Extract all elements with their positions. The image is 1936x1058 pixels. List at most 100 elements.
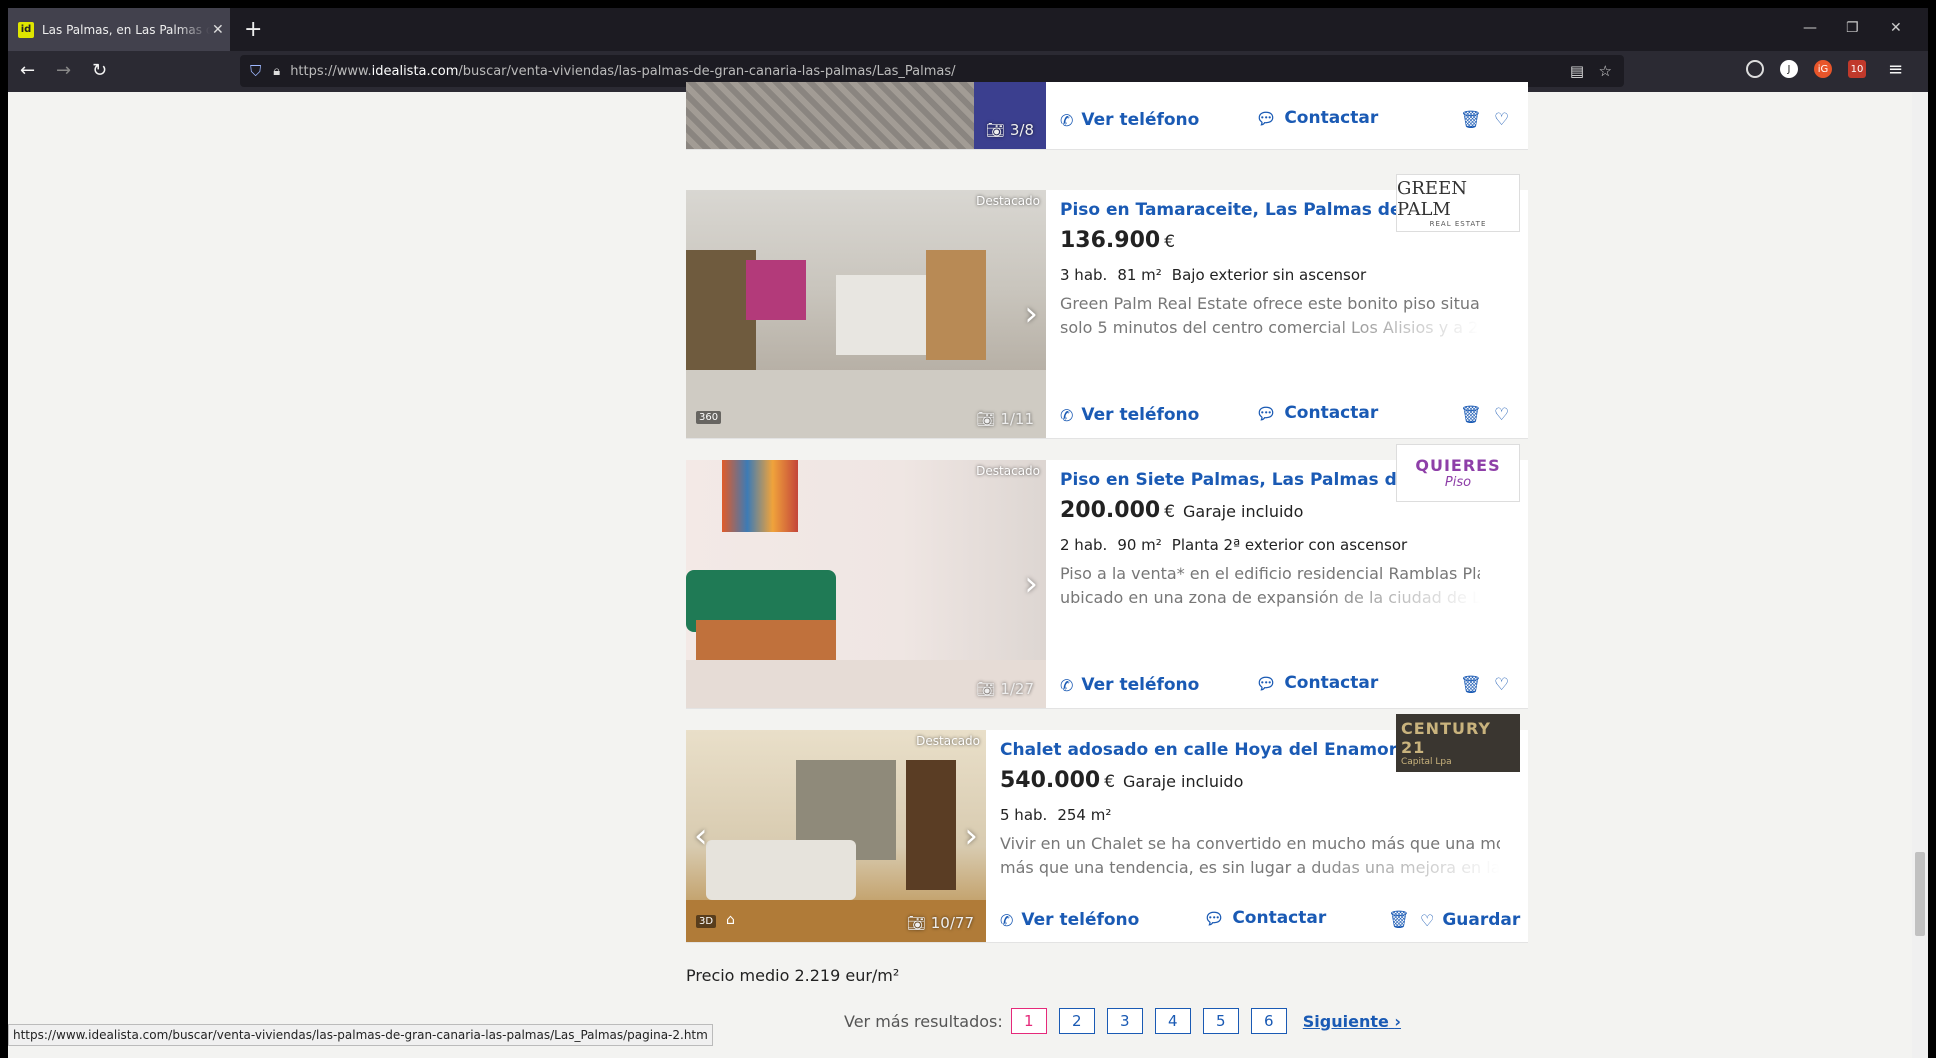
lock-icon[interactable]: 🔒︎: [273, 64, 280, 79]
page-2-button[interactable]: 2: [1058, 1008, 1095, 1034]
close-window-icon[interactable]: ✕: [1890, 20, 1902, 36]
page-5-button[interactable]: 5: [1202, 1008, 1239, 1034]
prev-photo-icon[interactable]: ‹: [694, 816, 708, 856]
listing-description[interactable]: Green Palm Real Estate ofrece este bonit…: [1060, 292, 1480, 340]
agency-logo[interactable]: QUIERES Piso: [1396, 444, 1520, 502]
next-photo-icon[interactable]: ›: [1024, 294, 1038, 334]
extension-badge-icon[interactable]: 10: [1848, 60, 1866, 78]
back-icon[interactable]: ←: [20, 60, 35, 81]
listing-title[interactable]: Chalet adosado en calle Hoya del Enamora…: [1000, 740, 1458, 760]
next-page-label: Siguiente: [1302, 1011, 1389, 1031]
listing-card: Destacado › 360 📷︎ 1/11 Piso en Tamarace…: [686, 174, 1528, 439]
photo-counter-text: 3/8: [1009, 121, 1034, 139]
tab-close-icon[interactable]: ✕: [212, 22, 224, 38]
scrollbar[interactable]: [1912, 92, 1928, 1058]
heart-icon[interactable]: ♡: [1494, 675, 1509, 695]
page-content: 📷︎ 3/8 ✆ Ver teléfono 💬︎ Contactar 🗑︎ ♡ De…: [8, 82, 1928, 1058]
reload-icon[interactable]: ↻: [92, 60, 107, 81]
description-line-1: Green Palm Real Estate ofrece este bonit…: [1060, 294, 1480, 313]
chat-icon: 💬︎: [1256, 108, 1277, 128]
minimize-icon[interactable]: —: [1803, 20, 1817, 36]
detail-rooms: 5 hab.: [1000, 806, 1048, 824]
next-photo-icon[interactable]: ›: [1024, 564, 1038, 604]
reader-view-icon[interactable]: ▤: [1570, 62, 1584, 80]
agency-logo-name: CENTURY 21: [1401, 719, 1491, 757]
phone-icon: ✆: [1060, 110, 1074, 130]
listing-card: Destacado ‹ › 3D ⌂ 📷︎ 10/77 Chalet adosa…: [686, 714, 1528, 943]
scrollbar-thumb[interactable]: [1915, 852, 1925, 936]
browser-tab[interactable]: id Las Palmas, en Las Palmas de Gran Can…: [8, 8, 230, 51]
trash-icon[interactable]: 🗑︎: [1460, 675, 1482, 695]
listing-photo[interactable]: Destacado ‹ › 3D ⌂ 📷︎ 10/77: [686, 730, 986, 942]
heart-icon: ♡: [1420, 910, 1435, 930]
url-text[interactable]: https://www.idealista.com/buscar/venta-v…: [290, 64, 955, 79]
url-prefix: https://www.: [290, 63, 372, 79]
page-1-button[interactable]: 1: [1010, 1008, 1047, 1034]
link-status-bar: https://www.idealista.com/buscar/venta-v…: [8, 1024, 713, 1046]
url-path: /buscar/venta-viviendas/las-palmas-de-gr…: [458, 63, 956, 79]
agency-logo[interactable]: CENTURY 21 Capital Lpa: [1396, 714, 1520, 772]
tracking-shield-icon[interactable]: ⛉: [250, 62, 261, 80]
agency-logo[interactable]: GREEN PALM REAL ESTATE: [1396, 174, 1520, 232]
contactar-button[interactable]: 💬︎ Contactar: [1256, 673, 1378, 693]
detail-area: 90 m²: [1117, 536, 1162, 554]
agency-logo-sub: REAL ESTATE: [1429, 220, 1487, 228]
listing-price: 200.000 € Garaje incluido: [1060, 498, 1303, 523]
page-6-button[interactable]: 6: [1250, 1008, 1287, 1034]
listing-card: 📷︎ 3/8 ✆ Ver teléfono 💬︎ Contactar 🗑︎ ♡: [686, 82, 1528, 150]
listing-photo[interactable]: Destacado › 📷︎ 1/27: [686, 460, 1046, 708]
ver-telefono-button[interactable]: ✆ Ver teléfono: [1060, 405, 1199, 425]
destacado-label: Destacado: [916, 734, 980, 748]
listing-title[interactable]: Piso en Siete Palmas, Las Palmas de G...: [1060, 470, 1448, 490]
camera-icon: 📷︎: [906, 914, 931, 932]
photo-counter-text: 1/27: [1000, 680, 1034, 698]
ver-telefono-button[interactable]: ✆ Ver teléfono: [1060, 675, 1199, 695]
page-3-button[interactable]: 3: [1106, 1008, 1143, 1034]
destacado-label: Destacado: [976, 464, 1040, 478]
url-domain: idealista.com: [371, 63, 459, 79]
price-currency: €: [1164, 232, 1176, 252]
next-photo-icon[interactable]: ›: [964, 816, 978, 856]
heart-icon[interactable]: ♡: [1494, 405, 1509, 425]
extension-j-icon[interactable]: J: [1780, 60, 1798, 78]
page-4-button[interactable]: 4: [1154, 1008, 1191, 1034]
pocket-icon[interactable]: [1746, 60, 1764, 78]
new-tab-icon[interactable]: +: [244, 17, 262, 42]
agency-logo-sub: Capital Lpa: [1401, 757, 1452, 767]
ver-telefono-button[interactable]: ✆ Ver teléfono: [1000, 910, 1139, 930]
pagination-label: Ver más resultados:: [844, 1011, 1003, 1031]
360-badge-icon: 360: [696, 411, 722, 424]
trash-icon[interactable]: 🗑︎: [1388, 910, 1410, 930]
bookmark-star-icon[interactable]: ☆: [1599, 62, 1612, 80]
listing-photo[interactable]: Destacado › 360 📷︎ 1/11: [686, 190, 1046, 438]
trash-icon[interactable]: 🗑︎: [1460, 110, 1482, 130]
menu-icon[interactable]: ≡: [1888, 59, 1903, 80]
description-line-2: solo 5 minutos del centro comercial Los …: [1060, 318, 1480, 337]
listing-description[interactable]: Piso a la venta* en el edificio residenc…: [1060, 562, 1480, 610]
detail-floor: Bajo exterior sin ascensor: [1171, 266, 1367, 284]
listing-title[interactable]: Piso en Tamaraceite, Las Palmas de Gr...: [1060, 200, 1447, 220]
forward-icon[interactable]: →: [56, 60, 71, 81]
price-value: 540.000: [1000, 768, 1101, 793]
extension-orange-icon[interactable]: iG: [1814, 60, 1832, 78]
tab-strip: id Las Palmas, en Las Palmas de Gran Can…: [8, 8, 1928, 51]
ver-telefono-button[interactable]: ✆ Ver teléfono: [1060, 110, 1199, 130]
guardar-button[interactable]: ♡ Guardar: [1420, 910, 1520, 930]
detail-rooms: 2 hab.: [1060, 536, 1108, 554]
heart-icon[interactable]: ♡: [1494, 110, 1509, 130]
restore-icon[interactable]: ❐: [1846, 20, 1859, 36]
listing-photo[interactable]: 📷︎ 3/8: [686, 82, 1046, 149]
next-page-link[interactable]: Siguiente ›: [1303, 1012, 1401, 1031]
trash-icon[interactable]: 🗑︎: [1460, 405, 1482, 425]
contactar-button[interactable]: 💬︎ Contactar: [1256, 108, 1378, 128]
listing-price: 540.000 € Garaje incluido: [1000, 768, 1243, 793]
photo-counter-text: 10/77: [930, 914, 974, 932]
listing-details: 2 hab. 90 m² Planta 2ª exterior con ascens…: [1060, 536, 1417, 554]
detail-floor: Planta 2ª exterior con ascensor: [1171, 536, 1408, 554]
listing-description[interactable]: Vivir en un Chalet se ha convertido en m…: [1000, 832, 1500, 880]
detail-area: 254 m²: [1057, 806, 1112, 824]
contactar-button[interactable]: 💬︎ Contactar: [1204, 908, 1326, 928]
phone-icon: ✆: [1060, 675, 1074, 695]
chat-icon: 💬︎: [1204, 908, 1225, 928]
contactar-button[interactable]: 💬︎ Contactar: [1256, 403, 1378, 423]
